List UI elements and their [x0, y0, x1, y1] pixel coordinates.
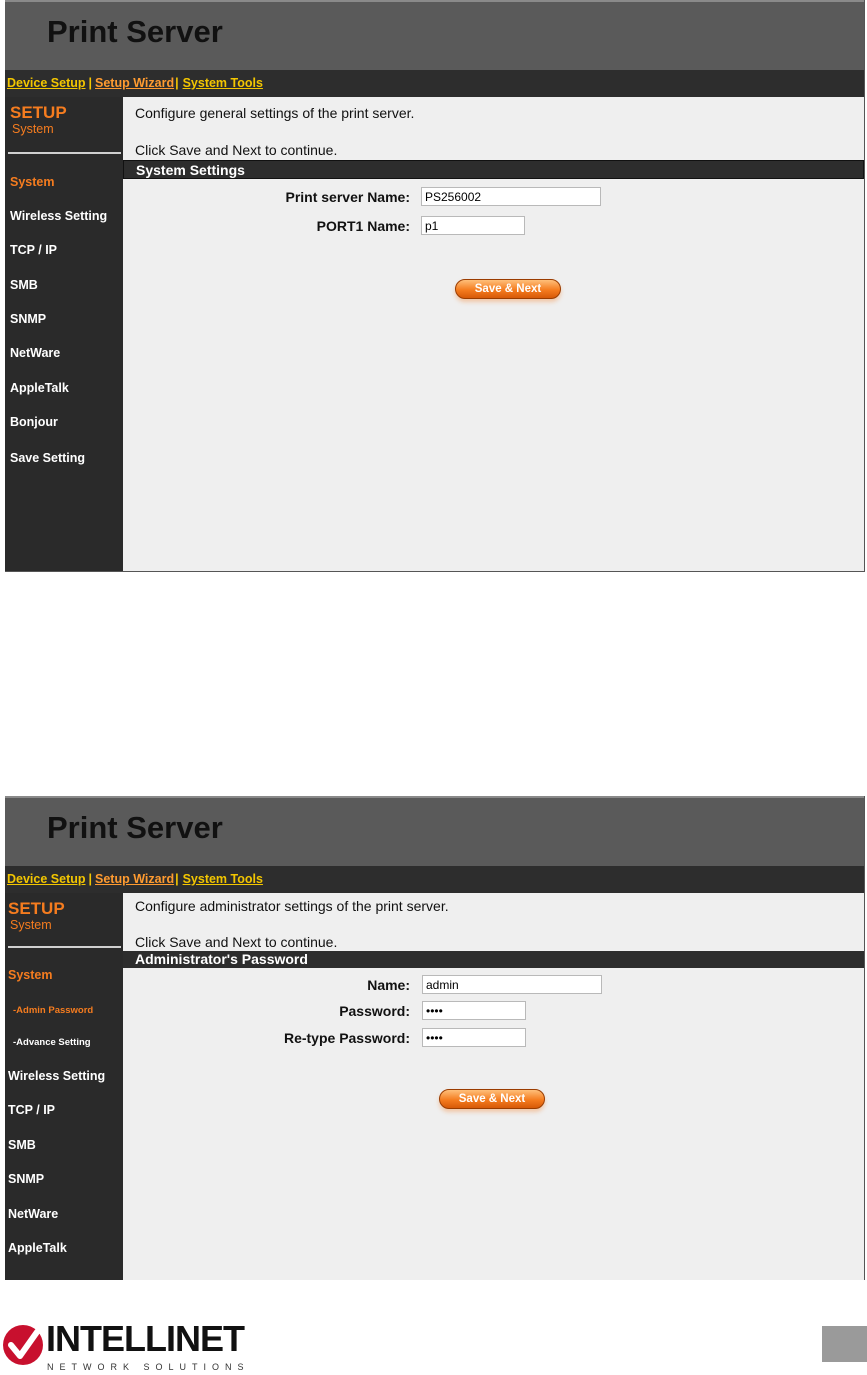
brand-logo: INTELLINET: [46, 1318, 245, 1359]
nav-device-setup[interactable]: Device Setup: [7, 76, 86, 90]
sidebar-subtitle: System: [12, 122, 54, 136]
sidebar-item-netware[interactable]: NetWare: [10, 346, 60, 360]
sidebar-item-bonjour[interactable]: Bonjour: [10, 415, 58, 429]
section-title: System Settings: [123, 160, 864, 179]
sidebar-divider: [8, 152, 121, 154]
sidebar-item-snmp[interactable]: SNMP: [8, 1172, 44, 1186]
sidebar-item-system[interactable]: System: [8, 968, 52, 982]
sidebar-item-smb[interactable]: SMB: [10, 278, 38, 292]
app-title: Print Server: [47, 810, 223, 845]
top-nav: Device Setup | Setup Wizard| System Tools: [5, 866, 864, 893]
screenshot-system-settings: Print Server Device Setup | Setup Wizard| S…: [5, 0, 865, 572]
sidebar-item-system[interactable]: System: [10, 175, 54, 189]
name-input[interactable]: [422, 975, 602, 994]
header: Print Server: [5, 796, 864, 866]
sidebar-subitem-advance-setting[interactable]: -Advance Setting: [13, 1037, 91, 1048]
sidebar-item-save-setting[interactable]: Save Setting: [10, 451, 85, 465]
intro-text: Configure general settings of the print …: [135, 105, 415, 121]
sidebar: SETUP System System Wireless Setting TCP…: [5, 97, 123, 571]
sidebar-item-wireless[interactable]: Wireless Setting: [8, 1069, 105, 1083]
instruction-text: Click Save and Next to continue.: [135, 934, 338, 950]
save-next-button[interactable]: Save & Next: [455, 279, 561, 299]
sidebar-item-snmp[interactable]: SNMP: [10, 312, 46, 326]
sidebar-item-tcpip[interactable]: TCP / IP: [10, 243, 57, 257]
sidebar-divider: [8, 946, 121, 948]
sidebar-item-smb[interactable]: SMB: [8, 1138, 36, 1152]
sidebar-item-wireless[interactable]: Wireless Setting: [10, 209, 107, 223]
header: Print Server: [5, 0, 864, 70]
sidebar-item-tcpip[interactable]: TCP / IP: [8, 1103, 55, 1117]
password-input[interactable]: [422, 1001, 526, 1020]
nav-device-setup[interactable]: Device Setup: [7, 872, 86, 886]
sidebar-heading: SETUP System: [8, 899, 65, 932]
name-label: Name:: [367, 977, 410, 993]
nav-system-tools[interactable]: System Tools: [183, 872, 263, 886]
instruction-text: Click Save and Next to continue.: [135, 142, 338, 158]
screenshot-admin-password: Print Server Device Setup | Setup Wizard| S…: [5, 796, 865, 1280]
retype-password-label: Re-type Password:: [283, 1030, 410, 1046]
server-name-input[interactable]: [421, 187, 601, 206]
password-label: Password:: [339, 1003, 410, 1019]
retype-password-input[interactable]: [422, 1028, 526, 1047]
nav-setup-wizard[interactable]: Setup Wizard: [95, 872, 174, 886]
main-panel: Configure general settings of the print …: [123, 97, 864, 571]
main-panel: Configure administrator settings of the …: [123, 893, 864, 1280]
sidebar-item-appletalk[interactable]: AppleTalk: [10, 381, 69, 395]
sidebar-item-netware[interactable]: NetWare: [8, 1207, 58, 1221]
nav-setup-wizard[interactable]: Setup Wizard: [95, 76, 174, 90]
port1-name-input[interactable]: [421, 216, 525, 235]
sidebar-subitem-admin-password[interactable]: -Admin Password: [13, 1005, 93, 1016]
sidebar-heading: SETUP System: [10, 103, 67, 136]
sidebar-item-appletalk[interactable]: AppleTalk: [8, 1241, 67, 1255]
sidebar-subtitle: System: [10, 918, 52, 932]
top-nav: Device Setup | Setup Wizard| System Tools: [5, 70, 864, 97]
server-name-label: Print server Name:: [285, 189, 410, 205]
page-number-box: [822, 1326, 867, 1362]
intro-text: Configure administrator settings of the …: [135, 898, 449, 914]
brand-tagline: NETWORK SOLUTIONS: [47, 1362, 250, 1372]
section-title: Administrator's Password: [123, 951, 864, 968]
sidebar: SETUP System System -Admin Password -Adv…: [5, 893, 123, 1280]
save-next-button[interactable]: Save & Next: [439, 1089, 545, 1109]
intellinet-checkmark-icon: [3, 1325, 43, 1365]
app-title: Print Server: [47, 14, 223, 49]
port1-name-label: PORT1 Name:: [316, 218, 410, 234]
nav-system-tools[interactable]: System Tools: [183, 76, 263, 90]
